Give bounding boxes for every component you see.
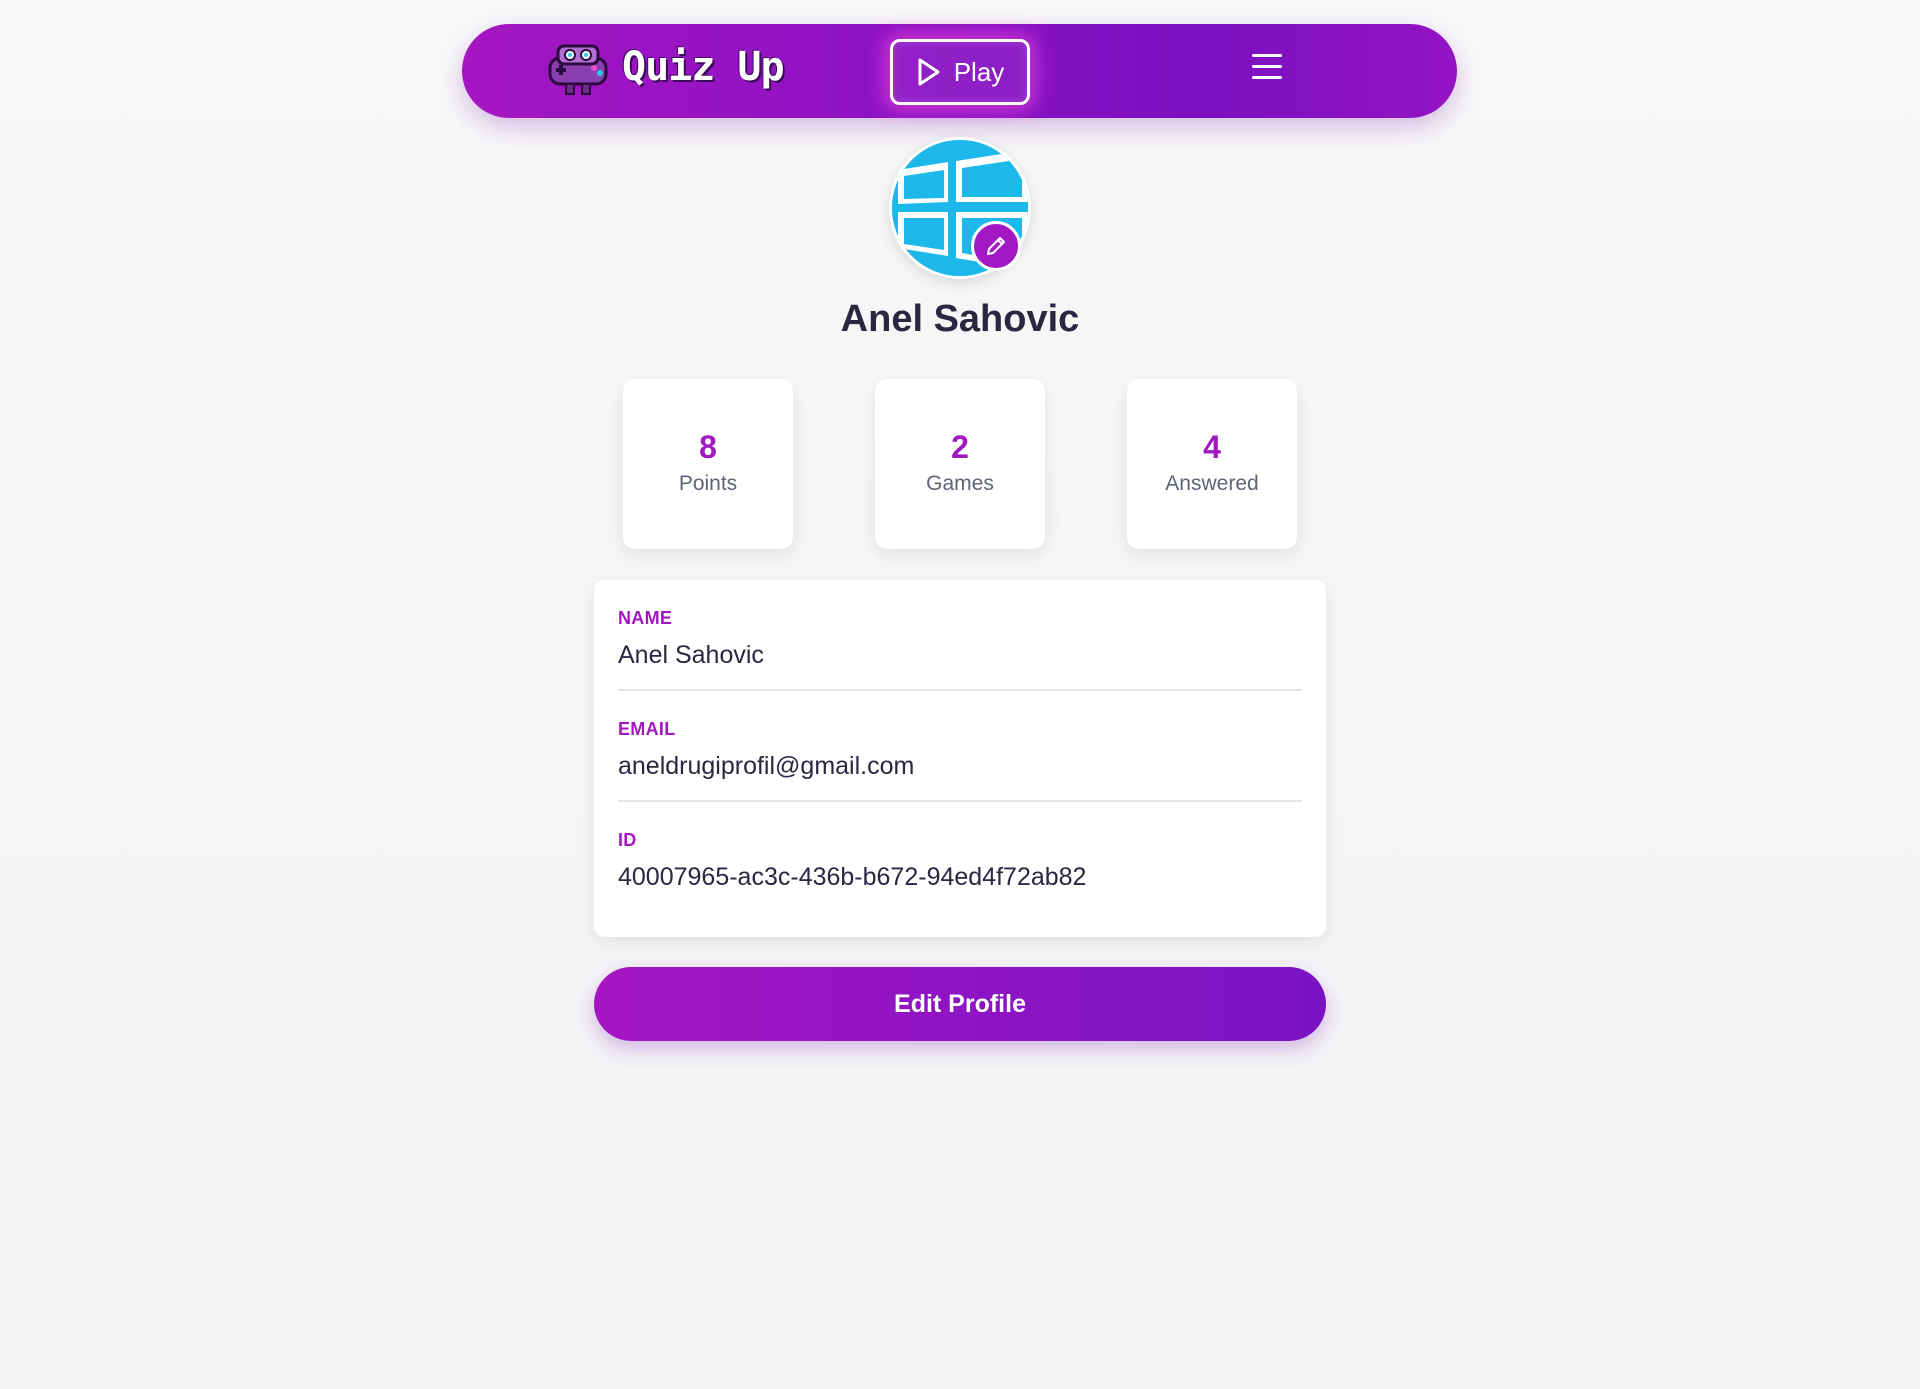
play-button[interactable]: Play xyxy=(890,39,1030,105)
detail-label: EMAIL xyxy=(618,719,676,739)
profile-details-card: NAME Anel Sahovic EMAIL aneldrugiprofil@… xyxy=(594,580,1326,937)
play-icon xyxy=(918,58,940,86)
detail-value: aneldrugiprofil@gmail.com xyxy=(618,752,915,780)
stat-value: 4 xyxy=(1203,429,1221,465)
detail-row-email: EMAIL aneldrugiprofil@gmail.com xyxy=(618,691,1302,802)
profile-name: Anel Sahovic xyxy=(840,298,1080,340)
stat-card-points: 8 Points xyxy=(623,379,793,549)
stat-value: 2 xyxy=(951,429,969,465)
detail-label: ID xyxy=(618,830,637,850)
detail-label: NAME xyxy=(618,608,673,628)
stat-card-games: 2 Games xyxy=(875,379,1045,549)
stat-value: 8 xyxy=(699,429,717,465)
hamburger-menu-icon[interactable] xyxy=(1252,54,1282,80)
stat-label: Points xyxy=(678,472,738,495)
avatar-container xyxy=(889,137,1031,279)
detail-value: 40007965-ac3c-436b-b672-94ed4f72ab82 xyxy=(618,863,1087,891)
navbar: Quiz Up Play xyxy=(462,24,1457,118)
detail-value: Anel Sahovic xyxy=(618,641,764,669)
edit-profile-button[interactable]: Edit Profile xyxy=(594,967,1326,1041)
detail-row-name: NAME Anel Sahovic xyxy=(618,580,1302,691)
detail-row-id: ID 40007965-ac3c-436b-b672-94ed4f72ab82 xyxy=(618,802,1302,913)
play-button-label: Play xyxy=(953,56,1005,87)
stat-label: Answered xyxy=(1165,472,1259,495)
stat-label: Games xyxy=(926,472,994,495)
edit-avatar-button[interactable] xyxy=(971,221,1021,271)
stat-card-answered: 4 Answered xyxy=(1127,379,1297,549)
gamepad-mascot-icon[interactable] xyxy=(544,44,612,96)
app-logo-text[interactable]: Quiz Up xyxy=(622,44,785,90)
pencil-icon xyxy=(987,237,1005,255)
